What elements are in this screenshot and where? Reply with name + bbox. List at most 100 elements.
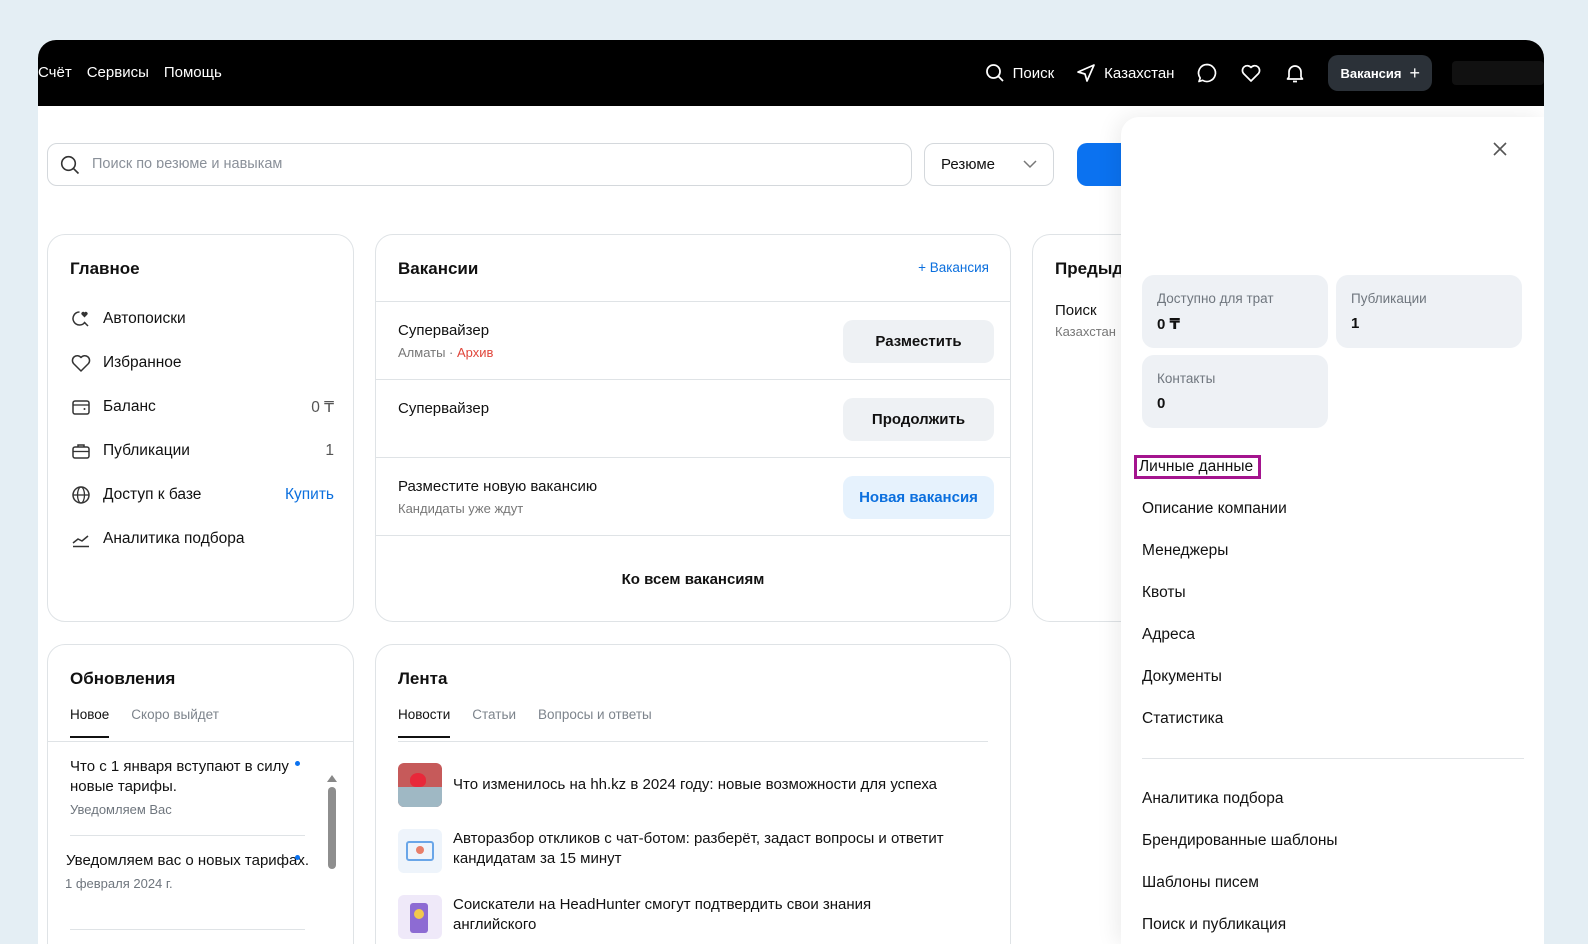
- resume-search-field[interactable]: Поиск по резюме и навыкам: [47, 143, 912, 186]
- tab-qa[interactable]: Вопросы и ответы: [538, 707, 652, 738]
- main-item-analytics[interactable]: Аналитика подбора: [70, 517, 334, 561]
- app-frame: Счёт Сервисы Помощь Поиск Казахстан Вака…: [38, 40, 1544, 944]
- main-item-database-access[interactable]: Доступ к базе Купить: [70, 473, 334, 517]
- main-item-label: Автопоиски: [103, 310, 186, 327]
- news-thumbnail: [398, 829, 442, 873]
- create-vacancy-label: Вакансия: [1340, 65, 1402, 81]
- balance-value: 0 ₸: [311, 398, 334, 416]
- news-title: Что изменилось на hh.kz в 2024 году: нов…: [453, 776, 937, 793]
- main-item-favorites[interactable]: Избранное: [70, 341, 334, 385]
- new-vacancy-row[interactable]: Разместите новую вакансию Кандидаты уже …: [376, 457, 1010, 535]
- account-menu-button[interactable]: [1452, 61, 1544, 85]
- update-sub: Уведомляем Вас: [70, 802, 172, 817]
- news-item[interactable]: Соискатели на HeadHunter смогут подтверд…: [398, 895, 998, 939]
- previous-searches-title: Предыд: [1055, 259, 1124, 278]
- link-addresses[interactable]: Адреса: [1142, 626, 1195, 644]
- notifications-button[interactable]: [1284, 62, 1306, 84]
- close-icon[interactable]: [1492, 141, 1508, 157]
- vacancies-card: Вакансии + Вакансия Супервайзер Алматы ·…: [375, 234, 1011, 622]
- update-sub: 1 февраля 2024 г.: [65, 876, 173, 891]
- nav-account[interactable]: Счёт: [38, 64, 72, 81]
- tab-articles[interactable]: Статьи: [472, 707, 516, 738]
- scroll-up-icon[interactable]: [327, 775, 337, 782]
- search-type-select[interactable]: Резюме: [924, 143, 1054, 186]
- link-company-description[interactable]: Описание компании: [1142, 500, 1287, 518]
- nav-search[interactable]: Поиск: [985, 63, 1055, 83]
- chevron-down-icon: [1023, 160, 1037, 169]
- stat-publications: Публикации 1: [1336, 275, 1522, 348]
- main-card-title: Главное: [70, 259, 140, 278]
- link-branded-templates[interactable]: Брендированные шаблоны: [1142, 832, 1338, 850]
- vacancy-title: Супервайзер: [398, 400, 490, 417]
- link-quotas[interactable]: Квоты: [1142, 584, 1186, 602]
- all-vacancies-link[interactable]: Ко всем вакансиям: [376, 571, 1010, 588]
- main-card: Главное Автопоиски Избранное Баланс 0 ₸ …: [47, 234, 354, 622]
- tab-new[interactable]: Новое: [70, 707, 110, 738]
- main-item-label: Доступ к базе: [103, 486, 202, 503]
- main-item-publications[interactable]: Публикации 1: [70, 429, 334, 473]
- link-recruiting-analytics[interactable]: Аналитика подбора: [1142, 790, 1283, 808]
- divider: [1142, 758, 1524, 759]
- scroll-thumb[interactable]: [328, 787, 336, 869]
- main-item-balance[interactable]: Баланс 0 ₸: [70, 385, 334, 429]
- main-item-label: Баланс: [103, 398, 156, 415]
- main-item-autosearch[interactable]: Автопоиски: [70, 297, 334, 341]
- create-vacancy-button[interactable]: Вакансия +: [1328, 55, 1432, 91]
- autosearch-icon: [72, 311, 89, 327]
- link-managers[interactable]: Менеджеры: [1142, 542, 1228, 560]
- news-item[interactable]: Что изменилось на hh.kz в 2024 году: нов…: [398, 763, 998, 807]
- updates-scrollbar[interactable]: [327, 775, 337, 944]
- vacancy-city: Алматы: [398, 345, 446, 360]
- publish-button[interactable]: Разместить: [843, 320, 994, 363]
- stat-contacts: Контакты 0: [1142, 355, 1328, 428]
- link-email-templates[interactable]: Шаблоны писем: [1142, 874, 1259, 892]
- main-item-label: Избранное: [103, 354, 182, 371]
- favorites-button[interactable]: [1240, 62, 1262, 84]
- vacancy-title: Супервайзер: [398, 322, 490, 339]
- chat-icon: [1198, 63, 1217, 83]
- update-title: Что с 1 января вступают в силу новые тар…: [70, 758, 289, 795]
- vacancy-row[interactable]: Супервайзер Продолжить: [376, 379, 1010, 457]
- briefcase-icon: [72, 444, 90, 459]
- location-arrow-icon: [1077, 64, 1096, 82]
- divider: [48, 741, 353, 742]
- search-icon: [985, 64, 1004, 82]
- main-item-label: Публикации: [103, 442, 190, 459]
- news-title: Авторазбор откликов с чат-ботом: разберё…: [453, 830, 944, 867]
- nav-services[interactable]: Сервисы: [87, 64, 149, 81]
- news-item[interactable]: Авторазбор откликов с чат-ботом: разберё…: [398, 829, 998, 873]
- buy-access-link[interactable]: Купить: [285, 486, 334, 504]
- bell-icon: [1287, 65, 1304, 83]
- divider: [70, 835, 305, 836]
- nav-search-label: Поиск: [1012, 64, 1055, 82]
- continue-button[interactable]: Продолжить: [843, 398, 994, 441]
- link-personal-data[interactable]: Личные данные: [1134, 455, 1262, 479]
- previous-search-title[interactable]: Поиск: [1055, 302, 1097, 319]
- divider: [398, 741, 988, 742]
- updates-title: Обновления: [70, 669, 176, 688]
- update-title: Уведомляем вас о новых тарифах.: [65, 852, 310, 869]
- nav-help[interactable]: Помощь: [164, 64, 222, 81]
- chart-icon: [72, 535, 89, 548]
- vacancy-row[interactable]: Супервайзер Алматы · Архив Разместить: [376, 301, 1010, 379]
- link-statistics[interactable]: Статистика: [1142, 710, 1223, 728]
- tab-news[interactable]: Новости: [398, 707, 451, 738]
- unread-dot: [295, 761, 300, 766]
- update-item[interactable]: Уведомляем вас о новых тарифах. 1 феврал…: [65, 851, 310, 894]
- top-navigation-bar: Счёт Сервисы Помощь Поиск Казахстан Вака…: [38, 40, 1544, 106]
- stat-value: 0 ₸: [1157, 316, 1180, 333]
- publications-count: 1: [325, 442, 334, 459]
- vacancies-title: Вакансии: [398, 259, 479, 278]
- unread-dot: [295, 855, 300, 860]
- nav-region[interactable]: Казахстан: [1076, 63, 1174, 83]
- link-search-publication[interactable]: Поиск и публикация: [1142, 916, 1286, 934]
- add-vacancy-link[interactable]: + Вакансия: [918, 260, 989, 275]
- nav-region-label: Казахстан: [1104, 64, 1175, 82]
- search-type-value: Резюме: [941, 156, 995, 173]
- chat-button[interactable]: [1196, 62, 1218, 84]
- update-item[interactable]: Что с 1 января вступают в силу новые тар…: [70, 757, 305, 820]
- new-vacancy-button[interactable]: Новая вакансия: [843, 476, 994, 519]
- tab-coming-soon[interactable]: Скоро выйдет: [131, 707, 219, 738]
- link-documents[interactable]: Документы: [1142, 668, 1222, 686]
- updates-card: Обновления Новое Скоро выйдет Что с 1 ян…: [47, 644, 354, 944]
